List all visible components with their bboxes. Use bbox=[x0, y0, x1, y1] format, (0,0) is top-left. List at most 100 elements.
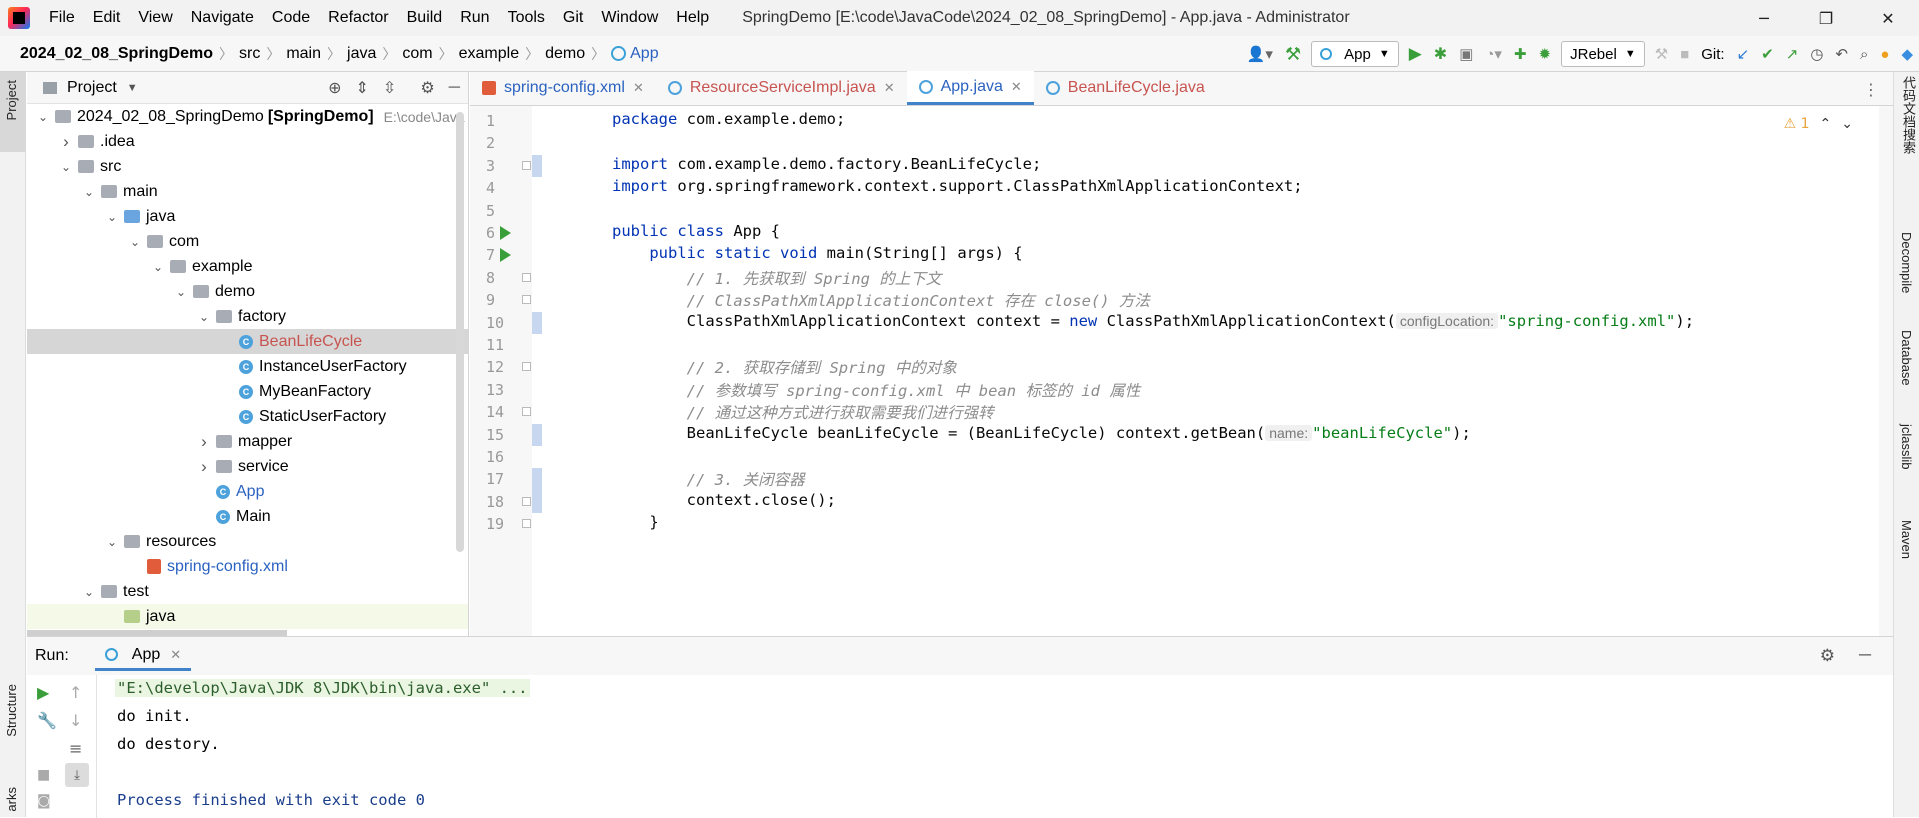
run-gutter-icon[interactable] bbox=[500, 248, 511, 263]
tree-item[interactable]: C App bbox=[27, 479, 468, 504]
editor-scrollbar[interactable] bbox=[1879, 106, 1893, 636]
fold-marker-icon[interactable] bbox=[522, 160, 531, 170]
menu-run[interactable]: Run bbox=[451, 9, 498, 27]
chevron-up-icon[interactable]: ⌃ bbox=[1820, 116, 1832, 132]
close-button[interactable]: ✕ bbox=[1857, 0, 1919, 36]
menu-help[interactable]: Help bbox=[667, 9, 718, 27]
run-configuration-select[interactable]: App ▼ bbox=[1311, 41, 1399, 67]
menu-navigate[interactable]: Navigate bbox=[182, 9, 263, 27]
tree-item[interactable]: C MyBeanFactory bbox=[27, 379, 468, 404]
tree-item[interactable]: ⌄ factory bbox=[27, 304, 468, 329]
decompile-tool-label[interactable]: Decompile bbox=[1899, 232, 1914, 293]
more-tabs-icon[interactable]: ⋮ bbox=[1863, 80, 1879, 99]
ide-logo-icon[interactable]: ◆ bbox=[1895, 41, 1919, 67]
chevron-down-icon[interactable]: ⌄ bbox=[104, 210, 120, 224]
hide-icon[interactable]: ─ bbox=[449, 79, 460, 97]
coverage-icon[interactable]: ▣ bbox=[1453, 41, 1479, 67]
maven-tool-label[interactable]: Maven bbox=[1899, 520, 1914, 559]
close-icon[interactable]: ✕ bbox=[170, 647, 181, 663]
tree-item[interactable]: C BeanLifeCycle bbox=[27, 329, 468, 354]
run-tab-app[interactable]: App ✕ bbox=[94, 641, 192, 671]
change-marker[interactable] bbox=[532, 311, 542, 334]
camera-icon[interactable]: ◙ bbox=[37, 793, 51, 809]
tree-item[interactable]: C StaticUserFactory bbox=[27, 404, 468, 429]
locate-icon[interactable]: ⊕ bbox=[328, 78, 341, 98]
gear-icon[interactable]: ⚙ bbox=[420, 78, 434, 98]
search-icon[interactable]: ⌕ bbox=[1854, 41, 1874, 67]
git-update-icon[interactable]: ↙ bbox=[1731, 41, 1756, 67]
restore-button[interactable]: ❐ bbox=[1795, 0, 1857, 36]
scroll-down-icon[interactable]: ↓ bbox=[69, 711, 82, 730]
menu-window[interactable]: Window bbox=[592, 9, 667, 27]
close-icon[interactable]: ✕ bbox=[633, 80, 644, 96]
tree-item[interactable]: java bbox=[27, 604, 468, 629]
menu-git[interactable]: Git bbox=[554, 9, 592, 27]
menu-edit[interactable]: Edit bbox=[84, 9, 130, 27]
menu-view[interactable]: View bbox=[129, 9, 181, 27]
run-icon[interactable]: ▶ bbox=[1403, 41, 1428, 67]
fold-marker-icon[interactable] bbox=[522, 496, 531, 506]
hide-icon[interactable]: ─ bbox=[1859, 645, 1871, 665]
close-icon[interactable]: ✕ bbox=[1011, 79, 1022, 95]
scroll-up-icon[interactable]: ↑ bbox=[69, 683, 82, 702]
user-icon[interactable]: 👤▾ bbox=[1241, 41, 1279, 67]
chevron-down-icon[interactable]: ⌄ bbox=[1841, 116, 1853, 132]
tree-item[interactable]: › .idea bbox=[27, 129, 468, 154]
code-area[interactable]: package com.example.demo; import com.exam… bbox=[532, 106, 1872, 636]
tab-bean-life-cycle[interactable]: BeanLifeCycle.java bbox=[1034, 71, 1217, 105]
minimize-button[interactable]: ─ bbox=[1733, 0, 1795, 36]
breadcrumb-example[interactable]: example bbox=[453, 45, 525, 63]
chevron-down-icon[interactable]: ⌄ bbox=[35, 110, 51, 124]
intellij-logo-icon[interactable] bbox=[8, 7, 30, 29]
update-icon[interactable]: ● bbox=[1874, 41, 1895, 67]
inspection-widget[interactable]: ⚠ 1 ⌃ ⌄ bbox=[1784, 116, 1853, 132]
fold-marker-icon[interactable] bbox=[522, 407, 531, 417]
git-push-icon[interactable]: ↗ bbox=[1780, 41, 1805, 67]
chevron-down-icon[interactable]: ⌄ bbox=[127, 235, 143, 249]
scroll-to-end-icon[interactable]: ⤓ bbox=[65, 763, 89, 787]
menu-refactor[interactable]: Refactor bbox=[319, 9, 397, 27]
history-icon[interactable]: ◷ bbox=[1804, 41, 1829, 67]
chevron-down-icon[interactable]: ⌄ bbox=[81, 185, 97, 199]
change-marker[interactable] bbox=[532, 468, 542, 514]
bookmarks-tool-label[interactable]: arks bbox=[4, 787, 19, 812]
chevron-down-icon[interactable]: ⌄ bbox=[150, 260, 166, 274]
breadcrumb-demo[interactable]: demo bbox=[539, 45, 591, 63]
tab-spring-config-xml[interactable]: spring-config.xml ✕ bbox=[470, 71, 656, 105]
chevron-down-icon[interactable]: ⌄ bbox=[58, 160, 74, 174]
chevron-down-icon[interactable]: ▼ bbox=[127, 82, 138, 94]
tree-item[interactable]: ⌄ 2024_02_08_SpringDemo [SpringDemo] E:\cod… bbox=[27, 104, 468, 129]
structure-tool-label[interactable]: Structure bbox=[4, 684, 19, 737]
tree-item[interactable]: › service bbox=[27, 454, 468, 479]
jrebel-debug-icon[interactable]: ✹ bbox=[1533, 41, 1558, 67]
doc-search-tool-label[interactable]: 代码文档搜索 bbox=[1899, 76, 1918, 154]
chevron-down-icon[interactable]: ⌄ bbox=[81, 585, 97, 599]
tab-resource-service-impl[interactable]: ResourceServiceImpl.java ✕ bbox=[656, 71, 907, 105]
chevron-down-icon[interactable]: ⌄ bbox=[104, 535, 120, 549]
console-output[interactable]: "E:\develop\Java\JDK 8\JDK\bin\java.exe"… bbox=[115, 675, 1893, 818]
fold-marker-icon[interactable] bbox=[522, 295, 531, 305]
project-tool-label[interactable]: Project bbox=[4, 80, 19, 120]
profile-icon[interactable]: ◔▾ bbox=[1479, 41, 1508, 67]
jclasslib-tool-label[interactable]: jclasslib bbox=[1899, 424, 1914, 470]
project-panel-title[interactable]: Project bbox=[67, 79, 117, 97]
breadcrumb-java[interactable]: java bbox=[341, 45, 382, 63]
debug-icon[interactable]: ✱ bbox=[1428, 41, 1453, 67]
menu-tools[interactable]: Tools bbox=[499, 9, 554, 27]
breadcrumb-project[interactable]: 2024_02_08_SpringDemo bbox=[14, 45, 219, 63]
breadcrumb-src[interactable]: src bbox=[233, 45, 266, 63]
breadcrumb-app[interactable]: App bbox=[605, 45, 664, 63]
build-hammer-icon[interactable]: ⚒ bbox=[1279, 41, 1307, 67]
tree-item[interactable]: ⌄ java bbox=[27, 204, 468, 229]
tree-item[interactable]: ⌄ resources bbox=[27, 529, 468, 554]
chevron-right-icon[interactable]: › bbox=[58, 132, 74, 152]
chevron-down-icon[interactable]: ⌄ bbox=[173, 285, 189, 299]
jrebel-run-icon[interactable]: ✚ bbox=[1508, 41, 1533, 67]
close-icon[interactable]: ✕ bbox=[884, 80, 895, 96]
menu-file[interactable]: File bbox=[40, 9, 84, 27]
tree-item[interactable]: ⌄ example bbox=[27, 254, 468, 279]
git-commit-icon[interactable]: ✔ bbox=[1755, 41, 1780, 67]
tree-item[interactable]: C InstanceUserFactory bbox=[27, 354, 468, 379]
tree-item[interactable]: spring-config.xml bbox=[27, 554, 468, 579]
run-gutter-icon[interactable] bbox=[500, 226, 511, 240]
